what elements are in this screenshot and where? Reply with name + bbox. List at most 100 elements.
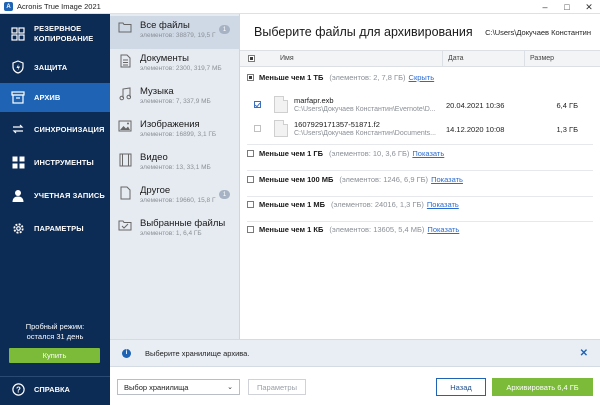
page-title: Выберите файлы для архивирования xyxy=(254,25,473,39)
group-checkbox[interactable] xyxy=(247,176,254,183)
parameters-button[interactable]: Параметры xyxy=(248,379,306,395)
current-path[interactable]: C:\Users\Докучаев Константин xyxy=(485,28,591,37)
select-all-checkbox[interactable] xyxy=(248,55,255,62)
sidebar-item-label: ПАРАМЕТРЫ xyxy=(34,223,84,233)
close-icon[interactable]: ✕ xyxy=(580,348,588,359)
sidebar-item-label: ИНСТРУМЕНТЫ xyxy=(34,157,94,167)
selected-files-icon xyxy=(110,214,140,247)
folder-icon xyxy=(110,16,140,49)
group-toggle-link[interactable]: Скрыть xyxy=(409,73,435,82)
group-toggle-link[interactable]: Показать xyxy=(412,149,444,158)
table-header: Имя Дата Размер xyxy=(240,50,600,67)
backup-icon xyxy=(8,27,28,41)
sidebar-item-label: СИНХРОНИЗАЦИЯ xyxy=(34,124,105,134)
document-icon xyxy=(110,49,140,82)
category-stats: элементов: 16899, 3,1 ГБ xyxy=(140,131,217,138)
sidebar: РЕЗЕРВНОЕ КОПИРОВАНИЕ ЗАЩИТА АРХИВ СИНХР… xyxy=(0,14,110,405)
group-row: Меньше чем 1 ГБ (элементов: 10, 3,6 ГБ) … xyxy=(247,149,444,158)
group-label: Меньше чем 1 ТБ xyxy=(259,73,324,82)
category-images[interactable]: Изображения элементов: 16899, 3,1 ГБ xyxy=(110,115,240,148)
group-label: Меньше чем 1 ГБ xyxy=(259,149,324,158)
category-stats: элементов: 19660, 15,8 Г xyxy=(140,197,216,204)
category-badge: 1 xyxy=(219,25,230,34)
shield-icon xyxy=(8,60,28,74)
file-size: 1,3 ГБ xyxy=(556,125,579,134)
file-path: C:\Users\Докучаев Константин\Documents..… xyxy=(294,130,437,137)
category-list: Все файлы элементов: 38879, 19,5 Г 1 Док… xyxy=(110,14,240,339)
divider xyxy=(247,196,593,197)
group-meta: (элементов: 24016, 1,3 ГБ) xyxy=(331,200,424,209)
file-checkbox[interactable] xyxy=(254,125,261,132)
sidebar-item-settings[interactable]: ПАРАМЕТРЫ xyxy=(0,213,110,243)
category-name: Документы xyxy=(140,53,189,64)
sidebar-item-help[interactable]: ? СПРАВКА xyxy=(0,376,110,402)
group-checkbox[interactable] xyxy=(247,150,254,157)
info-text: Выберите хранилище архива. xyxy=(145,348,250,358)
file-size: 6,4 ГБ xyxy=(556,101,579,110)
category-other[interactable]: Другое элементов: 19660, 15,8 Г 1 xyxy=(110,181,240,214)
image-icon xyxy=(110,115,140,148)
file-selection-panel: Выберите файлы для архивирования C:\User… xyxy=(240,14,600,339)
group-checkbox[interactable] xyxy=(247,226,254,233)
group-label: Меньше чем 1 КБ xyxy=(259,225,324,234)
column-size-header[interactable]: Размер xyxy=(530,55,554,62)
category-all-files[interactable]: Все файлы элементов: 38879, 19,5 Г 1 xyxy=(110,16,240,49)
back-button[interactable]: Назад xyxy=(436,378,486,396)
file-icon xyxy=(274,120,288,137)
sync-icon xyxy=(8,123,28,135)
category-badge: 1 xyxy=(219,190,230,199)
window-controls: – □ ✕ xyxy=(534,0,600,14)
trial-line-2: остался 31 день xyxy=(26,332,84,341)
file-date: 14.12.2020 10:08 xyxy=(446,125,505,134)
group-checkbox[interactable] xyxy=(247,201,254,208)
sidebar-item-label: СПРАВКА xyxy=(34,385,70,394)
table-row[interactable]: 1607929171357-51871.f2 C:\Users\Докучаев… xyxy=(240,118,600,142)
category-stats: элементов: 7, 337,9 МБ xyxy=(140,98,211,105)
group-toggle-link[interactable]: Показать xyxy=(427,225,459,234)
sidebar-item-sync[interactable]: СИНХРОНИЗАЦИЯ xyxy=(0,114,110,144)
category-stats: элементов: 38879, 19,5 Г xyxy=(140,32,216,39)
category-music[interactable]: Музыка элементов: 7, 337,9 МБ xyxy=(110,82,240,115)
group-label: Меньше чем 100 МБ xyxy=(259,175,334,184)
buy-button[interactable]: Купить xyxy=(9,348,100,363)
divider xyxy=(247,144,593,145)
info-icon: i xyxy=(122,348,131,358)
group-meta: (элементов: 13605, 5,4 МБ) xyxy=(329,225,425,234)
group-toggle-link[interactable]: Показать xyxy=(431,175,463,184)
sidebar-item-account[interactable]: УЧЕТНАЯ ЗАПИСЬ xyxy=(0,180,110,210)
category-name: Все файлы xyxy=(140,20,190,31)
column-date-header[interactable]: Дата xyxy=(448,55,464,62)
category-selected-files[interactable]: Выбранные файлы элементов: 1, 6,4 ГБ xyxy=(110,214,240,247)
category-stats: элементов: 13, 33,1 МБ xyxy=(140,164,211,171)
maximize-icon[interactable]: □ xyxy=(556,0,578,14)
column-name-header[interactable]: Имя xyxy=(280,55,294,62)
sidebar-item-tools[interactable]: ИНСТРУМЕНТЫ xyxy=(0,147,110,177)
category-documents[interactable]: Документы элементов: 2300, 319,7 МБ xyxy=(110,49,240,82)
table-row[interactable]: marfapr.exb C:\Users\Докучаев Константин… xyxy=(240,94,600,118)
file-checkbox[interactable] xyxy=(254,101,261,108)
window-title: Acronis True Image 2021 xyxy=(17,2,101,11)
group-meta: (элементов: 2, 7,8 ГБ) xyxy=(329,73,406,82)
minimize-icon[interactable]: – xyxy=(534,0,556,14)
file-date: 20.04.2021 10:36 xyxy=(446,101,505,110)
storage-select[interactable]: Выбор хранилища ⌄ xyxy=(117,379,240,395)
group-checkbox[interactable] xyxy=(247,74,254,81)
group-label: Меньше чем 1 МБ xyxy=(259,200,326,209)
group-toggle-link[interactable]: Показать xyxy=(427,200,459,209)
sidebar-item-label: РЕЗЕРВНОЕ КОПИРОВАНИЕ xyxy=(34,24,94,43)
close-icon[interactable]: ✕ xyxy=(578,0,600,14)
archive-button[interactable]: Архивировать 6,4 ГБ xyxy=(492,378,593,396)
music-note-icon xyxy=(110,82,140,115)
sidebar-item-label: УЧЕТНАЯ ЗАПИСЬ xyxy=(34,190,105,200)
sidebar-item-backup[interactable]: РЕЗЕРВНОЕ КОПИРОВАНИЕ xyxy=(0,16,110,52)
acronis-logo-icon: A xyxy=(4,2,13,11)
archive-icon xyxy=(8,91,28,104)
sidebar-item-label: ЗАЩИТА xyxy=(34,62,68,72)
file-path: C:\Users\Докучаев Константин\Evernote\D.… xyxy=(294,106,436,113)
category-video[interactable]: Видео элементов: 13, 33,1 МБ xyxy=(110,148,240,181)
sidebar-item-archive[interactable]: АРХИВ xyxy=(0,83,110,112)
sidebar-item-protection[interactable]: ЗАЩИТА xyxy=(0,52,110,82)
gear-icon xyxy=(8,222,28,235)
column-divider xyxy=(442,51,443,66)
group-meta: (элементов: 1246, 6,9 ГБ) xyxy=(339,175,429,184)
